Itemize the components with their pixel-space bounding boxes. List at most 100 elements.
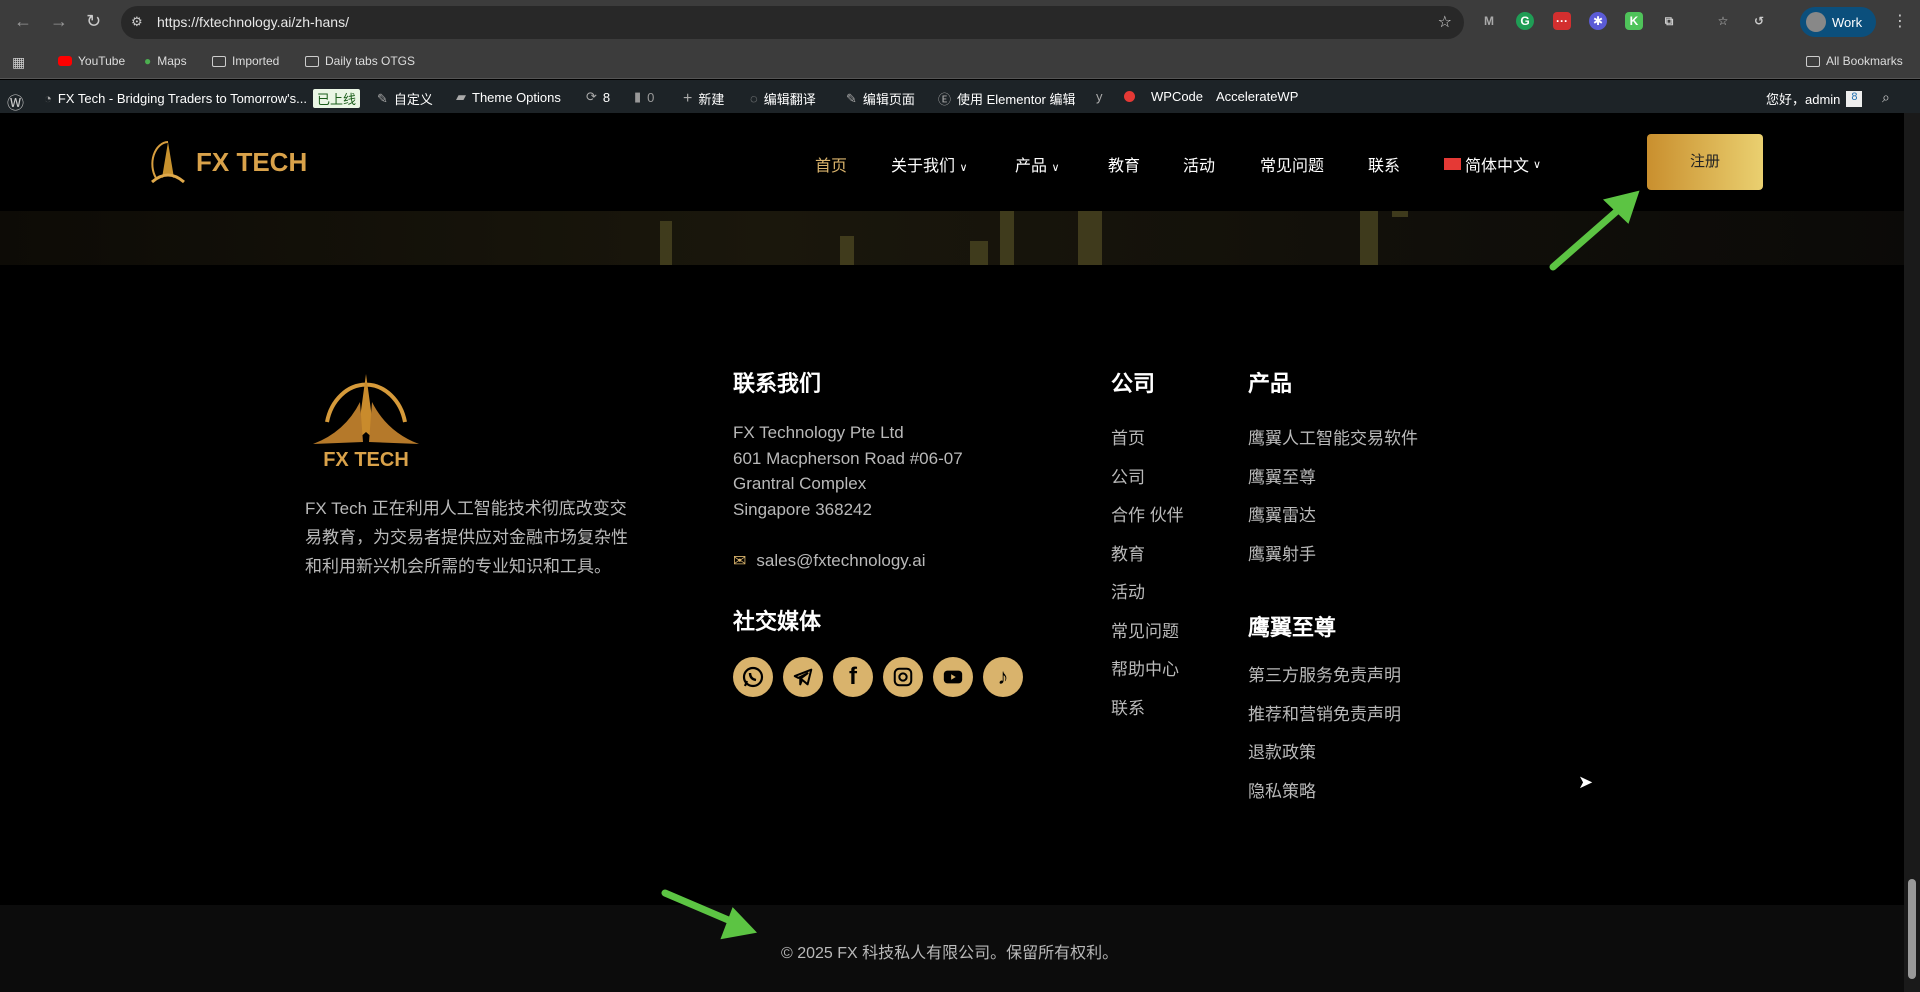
menu-icon[interactable]: ⋮ xyxy=(1892,11,1908,31)
footer-logo[interactable]: FX TECH xyxy=(305,362,427,477)
scrollbar-thumb[interactable] xyxy=(1908,879,1916,979)
wp-elementor[interactable]: Ⓔ 使用 Elementor 编辑 xyxy=(938,89,1076,108)
wp-site-link[interactable]: ◔ FX Tech - Bridging Traders to Tomorrow'… xyxy=(44,89,360,108)
logo-icon xyxy=(151,141,185,184)
search-icon[interactable]: ⌕ xyxy=(1882,89,1890,106)
bookmark-youtube[interactable]: YouTube xyxy=(58,54,125,68)
folder-icon: ▰ xyxy=(456,89,466,104)
extension-icon[interactable]: ✱ xyxy=(1589,12,1607,30)
company-links: 首页 公司 合作 伙伴 教育 活动 常见问题 帮助中心 联系 xyxy=(1111,420,1184,728)
nav-products[interactable]: 产品 ∨ xyxy=(1015,152,1060,176)
instagram-icon[interactable] xyxy=(883,657,923,697)
wordpress-icon[interactable]: Ⓦ xyxy=(7,89,24,114)
register-button[interactable]: 注册 xyxy=(1647,134,1763,190)
lastpass-icon[interactable]: ··· xyxy=(1553,12,1571,30)
contact-address: FX Technology Pte Ltd 601 Macpherson Roa… xyxy=(733,420,963,523)
grammarly-icon[interactable]: G xyxy=(1516,12,1534,30)
folder-icon xyxy=(305,55,319,67)
bookmark-label: Daily tabs OTGS xyxy=(325,54,416,68)
malwarebytes-icon[interactable]: M xyxy=(1480,12,1498,30)
extensions-puzzle-icon[interactable]: ⧉ xyxy=(1660,12,1678,30)
footer-link[interactable]: 常见问题 xyxy=(1111,613,1184,652)
logo-icon: FX TECH xyxy=(313,374,419,471)
nav-faq[interactable]: 常见问题 xyxy=(1260,152,1324,176)
nav-contact[interactable]: 联系 xyxy=(1368,152,1400,176)
back-icon[interactable]: ← xyxy=(14,11,32,32)
address-bar[interactable]: ⚙ https://fxtechnology.ai/zh-hans/ ☆ xyxy=(121,6,1464,39)
footer-link[interactable]: 隐私策略 xyxy=(1248,773,1401,812)
apps-icon[interactable]: ▦ xyxy=(12,54,25,71)
nav-home[interactable]: 首页 xyxy=(815,152,847,176)
telegram-icon[interactable] xyxy=(783,657,823,697)
reload-icon[interactable]: ↻ xyxy=(86,11,101,32)
comments-count: 0 xyxy=(647,89,655,105)
wp-translate[interactable]: ◌ 编辑翻译 xyxy=(750,89,816,108)
url-text[interactable]: https://fxtechnology.ai/zh-hans/ xyxy=(157,14,349,30)
address-line: 601 Macpherson Road #06-07 xyxy=(733,448,963,468)
greeting: 您好，admin xyxy=(1766,92,1841,107)
bookmarks-bar xyxy=(0,44,1920,79)
products-links: 鹰翼人工智能交易软件 鹰翼至尊 鹰翼雷达 鹰翼射手 xyxy=(1248,420,1418,574)
contact-heading: 联系我们 xyxy=(733,371,822,396)
whatsapp-icon[interactable] xyxy=(733,657,773,697)
footer-link[interactable]: 合作 伙伴 xyxy=(1111,497,1184,536)
plus-icon: + xyxy=(683,89,693,107)
footer-link[interactable]: 鹰翼射手 xyxy=(1248,536,1418,575)
wp-theme-options[interactable]: ▰ Theme Options xyxy=(456,89,561,105)
tiktok-icon[interactable]: ♪ xyxy=(983,657,1023,697)
forward-icon[interactable]: → xyxy=(50,11,68,32)
updates-count: 8 xyxy=(602,89,611,105)
language-switcher[interactable]: 简体中文 ∨ xyxy=(1444,152,1541,176)
wp-acceleratewp[interactable]: AccelerateWP xyxy=(1216,89,1298,104)
wp-updates[interactable]: ⟳ 8 xyxy=(586,89,610,105)
bookmark-star-icon[interactable]: ☆ xyxy=(1438,12,1452,32)
nav-about[interactable]: 关于我们 ∨ xyxy=(891,152,968,176)
facebook-icon[interactable]: f xyxy=(833,657,873,697)
bookmark-daily-tabs[interactable]: Daily tabs OTGS xyxy=(305,54,415,68)
site-settings-icon[interactable]: ⚙ xyxy=(131,14,143,30)
bookmark-maps[interactable]: ● Maps xyxy=(144,54,187,68)
footer-link[interactable]: 推荐和营销免责声明 xyxy=(1248,696,1401,735)
products-heading: 产品 xyxy=(1248,371,1293,396)
youtube-icon[interactable] xyxy=(933,657,973,697)
header-logo[interactable]: FX TECH xyxy=(144,138,307,186)
bookmark-label: Maps xyxy=(157,54,187,68)
footer-link[interactable]: 鹰翼人工智能交易软件 xyxy=(1248,420,1418,459)
wp-wpcode[interactable]: WPCode xyxy=(1151,89,1203,104)
footer-bottom-bar: © 2025 FX 科技私人有限公司。保留所有权利。 xyxy=(0,905,1920,992)
footer-link[interactable]: 第三方服务免责声明 xyxy=(1248,657,1401,696)
scrollbar[interactable] xyxy=(1904,113,1920,992)
email-link: sales@fxtechnology.ai xyxy=(756,551,926,570)
footer-link[interactable]: 退款政策 xyxy=(1248,734,1401,773)
footer-link[interactable]: 活动 xyxy=(1111,574,1184,613)
all-bookmarks[interactable]: All Bookmarks xyxy=(1806,54,1903,68)
history-icon[interactable]: ↺ xyxy=(1750,12,1768,30)
profile-button[interactable]: Work xyxy=(1800,7,1876,37)
wp-comments[interactable]: ▮ 0 xyxy=(634,89,654,105)
footer-link[interactable]: 首页 xyxy=(1111,420,1184,459)
bookmark-imported[interactable]: Imported xyxy=(212,54,279,68)
footer-link[interactable]: 鹰翼雷达 xyxy=(1248,497,1418,536)
footer-link[interactable]: 公司 xyxy=(1111,459,1184,498)
folder-icon xyxy=(212,55,226,67)
wp-customize[interactable]: ✎ 自定义 xyxy=(377,89,433,108)
china-flag-icon xyxy=(1444,158,1461,170)
chevron-down-icon: ∨ xyxy=(1533,158,1542,171)
site-title: FX Tech - Bridging Traders to Tomorrow's… xyxy=(57,91,307,106)
wp-edit-page[interactable]: ✎ 编辑页面 xyxy=(846,89,915,108)
description-line: FX Tech 正在利用人工智能技术彻底改变交 xyxy=(305,499,627,518)
footer-link[interactable]: 联系 xyxy=(1111,690,1184,729)
contact-email[interactable]: ✉ sales@fxtechnology.ai xyxy=(733,551,926,571)
address-line: Grantral Complex xyxy=(733,474,867,494)
description-line: 易教育，为交易者提供应对金融市场复杂性 xyxy=(305,528,628,547)
nav-education[interactable]: 教育 xyxy=(1108,152,1140,176)
k-extension-icon[interactable]: K xyxy=(1625,12,1643,30)
yoast-icon[interactable]: y xyxy=(1096,89,1103,104)
wp-account[interactable]: 您好，admin 8 xyxy=(1766,89,1863,108)
footer-link[interactable]: 鹰翼至尊 xyxy=(1248,459,1418,498)
footer-link[interactable]: 教育 xyxy=(1111,536,1184,575)
bookmarks-icon[interactable]: ☆ xyxy=(1714,12,1732,30)
wp-new[interactable]: + 新建 xyxy=(683,89,724,108)
footer-link[interactable]: 帮助中心 xyxy=(1111,651,1184,690)
nav-events[interactable]: 活动 xyxy=(1183,152,1215,176)
